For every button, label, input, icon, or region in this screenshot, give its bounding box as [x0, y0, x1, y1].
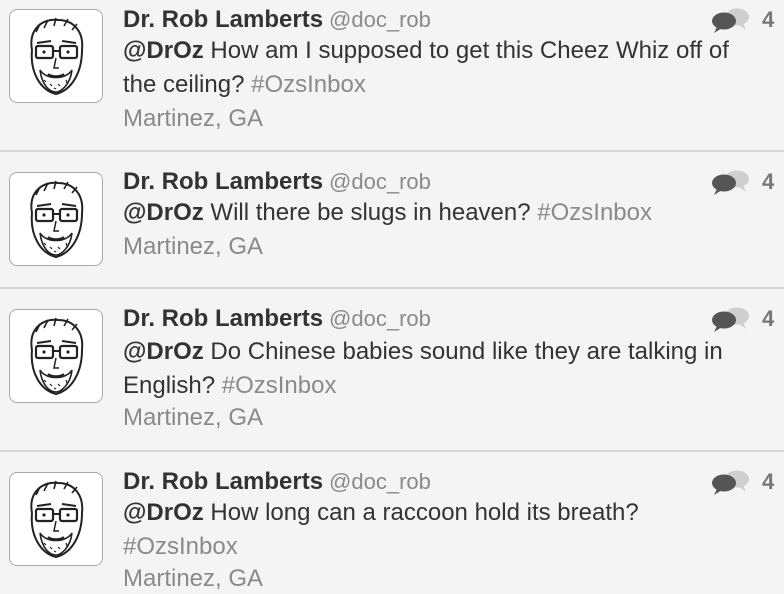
reply-count: 4	[762, 469, 775, 494]
tweet-text-line: How long can a raccoon hold its breath?	[203, 499, 639, 526]
hashtag-link[interactable]: #OzsInbox	[222, 372, 337, 399]
tweet-text: @DrOz How am I supposed to get this Chee…	[123, 34, 784, 102]
author-name[interactable]: Dr. Rob Lamberts	[123, 468, 323, 495]
mention-link[interactable]: @DrOz	[123, 338, 204, 365]
cartoon-face-icon	[30, 317, 84, 396]
author-name[interactable]: Dr. Rob Lamberts	[123, 168, 323, 195]
speech-bubbles-icon	[712, 170, 749, 195]
author-handle[interactable]: @doc_rob	[329, 306, 431, 331]
tweet-text-line: How am I supposed to get this Cheez Whiz…	[203, 37, 729, 64]
tweet-text: @DrOz Do Chinese babies sound like they …	[123, 335, 784, 403]
tweet-header: Dr. Rob Lamberts @doc_rob	[123, 304, 431, 334]
tweet-item[interactable]: Dr. Rob Lamberts @doc_rob 4 @DrOz How am …	[0, 0, 784, 152]
tweet-header: Dr. Rob Lamberts @doc_rob	[123, 467, 431, 497]
tweet-item[interactable]: Dr. Rob Lamberts @doc_rob 4 @DrOz How lon…	[0, 452, 784, 594]
author-name[interactable]: Dr. Rob Lamberts	[123, 6, 323, 33]
cartoon-face-icon	[30, 180, 84, 259]
cartoon-face-icon	[30, 17, 84, 96]
tweet-text-line: English?	[123, 372, 222, 399]
cartoon-face-icon	[30, 480, 84, 559]
hashtag-link[interactable]: #OzsInbox	[123, 533, 238, 560]
author-handle[interactable]: @doc_rob	[329, 469, 431, 494]
tweet-feed: Dr. Rob Lamberts @doc_rob 4 @DrOz How am …	[0, 0, 784, 594]
reply-meta[interactable]: 4	[710, 304, 774, 334]
author-handle[interactable]: @doc_rob	[329, 169, 431, 194]
speech-bubbles-icon	[712, 307, 749, 332]
avatar[interactable]	[9, 309, 103, 403]
mention-link[interactable]: @DrOz	[123, 199, 204, 226]
tweet-text-line: Do Chinese babies sound like they are ta…	[203, 338, 723, 365]
mention-link[interactable]: @DrOz	[123, 499, 204, 526]
reply-meta[interactable]: 4	[710, 5, 774, 35]
speech-bubbles-icon	[712, 8, 749, 33]
tweet-item[interactable]: Dr. Rob Lamberts @doc_rob 4 @DrOz Will th…	[0, 152, 784, 289]
tweet-text-line: the ceiling?	[123, 71, 252, 98]
tweet-text: @DrOz Will there be slugs in heaven? #Oz…	[123, 196, 784, 230]
reply-count: 4	[762, 306, 775, 331]
tweet-header: Dr. Rob Lamberts @doc_rob	[123, 167, 431, 197]
reply-meta[interactable]: 4	[710, 167, 774, 197]
tweet-header: Dr. Rob Lamberts @doc_rob	[123, 5, 431, 35]
reply-count: 4	[762, 169, 775, 194]
reply-count: 4	[762, 7, 775, 32]
tweet-item[interactable]: Dr. Rob Lamberts @doc_rob 4 @DrOz Do Chin…	[0, 289, 784, 452]
tweet-location[interactable]: Martinez, GA	[123, 403, 263, 433]
avatar[interactable]	[9, 172, 103, 266]
avatar[interactable]	[9, 9, 103, 103]
tweet-location[interactable]: Martinez, GA	[123, 564, 263, 594]
hashtag-link[interactable]: #OzsInbox	[537, 199, 652, 226]
avatar[interactable]	[9, 472, 103, 566]
speech-bubbles-icon	[712, 470, 749, 495]
author-name[interactable]: Dr. Rob Lamberts	[123, 305, 323, 332]
tweet-text: @DrOz How long can a raccoon hold its br…	[123, 496, 784, 564]
tweet-location[interactable]: Martinez, GA	[123, 104, 263, 134]
tweet-text-line: Will there be slugs in heaven?	[203, 199, 538, 226]
tweet-location[interactable]: Martinez, GA	[123, 232, 263, 262]
mention-link[interactable]: @DrOz	[123, 37, 204, 64]
hashtag-link[interactable]: #OzsInbox	[251, 71, 366, 98]
reply-meta[interactable]: 4	[710, 467, 774, 497]
author-handle[interactable]: @doc_rob	[329, 7, 431, 32]
